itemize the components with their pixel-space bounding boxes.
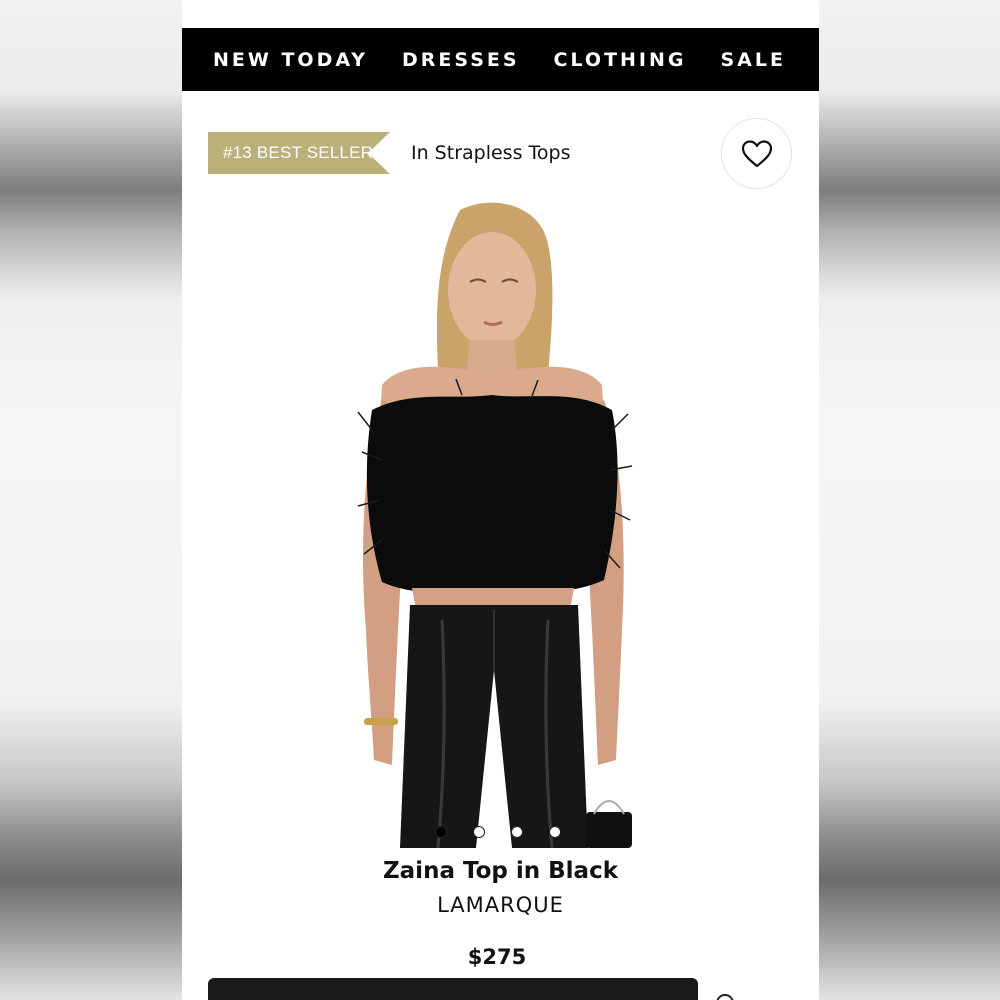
- product-name: Zaina Top in Black: [382, 858, 619, 884]
- carousel-dot-1[interactable]: [435, 826, 447, 838]
- best-seller-category[interactable]: In Strapless Tops: [411, 142, 570, 164]
- nav-dresses[interactable]: DRESSES: [402, 49, 520, 71]
- heart-icon: [741, 139, 772, 167]
- blurred-backdrop-right: [819, 0, 1000, 1000]
- image-carousel-dots: [435, 826, 561, 838]
- nav-sale[interactable]: SALE: [721, 49, 786, 71]
- product-brand[interactable]: LAMARQUE: [182, 893, 819, 917]
- carousel-dot-3[interactable]: [511, 826, 523, 838]
- add-to-bag-button[interactable]: [208, 978, 698, 1000]
- info-icon[interactable]: [716, 994, 734, 1000]
- carousel-dot-4[interactable]: [549, 826, 561, 838]
- screenshot-stage: NEW TODAY DRESSES CLOTHING SALE #13 BEST…: [0, 0, 1000, 1000]
- blurred-backdrop-left: [0, 0, 182, 1000]
- carousel-dot-2[interactable]: [473, 826, 485, 838]
- wishlist-button[interactable]: [721, 118, 792, 189]
- best-seller-badge-row: #13 BEST SELLER In Strapless Tops: [208, 132, 570, 174]
- nav-new-today[interactable]: NEW TODAY: [213, 49, 368, 71]
- best-seller-ribbon: #13 BEST SELLER: [208, 132, 390, 174]
- product-photo[interactable]: [342, 200, 662, 848]
- product-price: $275: [467, 945, 527, 969]
- product-page: NEW TODAY DRESSES CLOTHING SALE #13 BEST…: [182, 0, 819, 1000]
- nav-clothing[interactable]: CLOTHING: [554, 49, 687, 71]
- top-navigation: NEW TODAY DRESSES CLOTHING SALE: [182, 28, 819, 91]
